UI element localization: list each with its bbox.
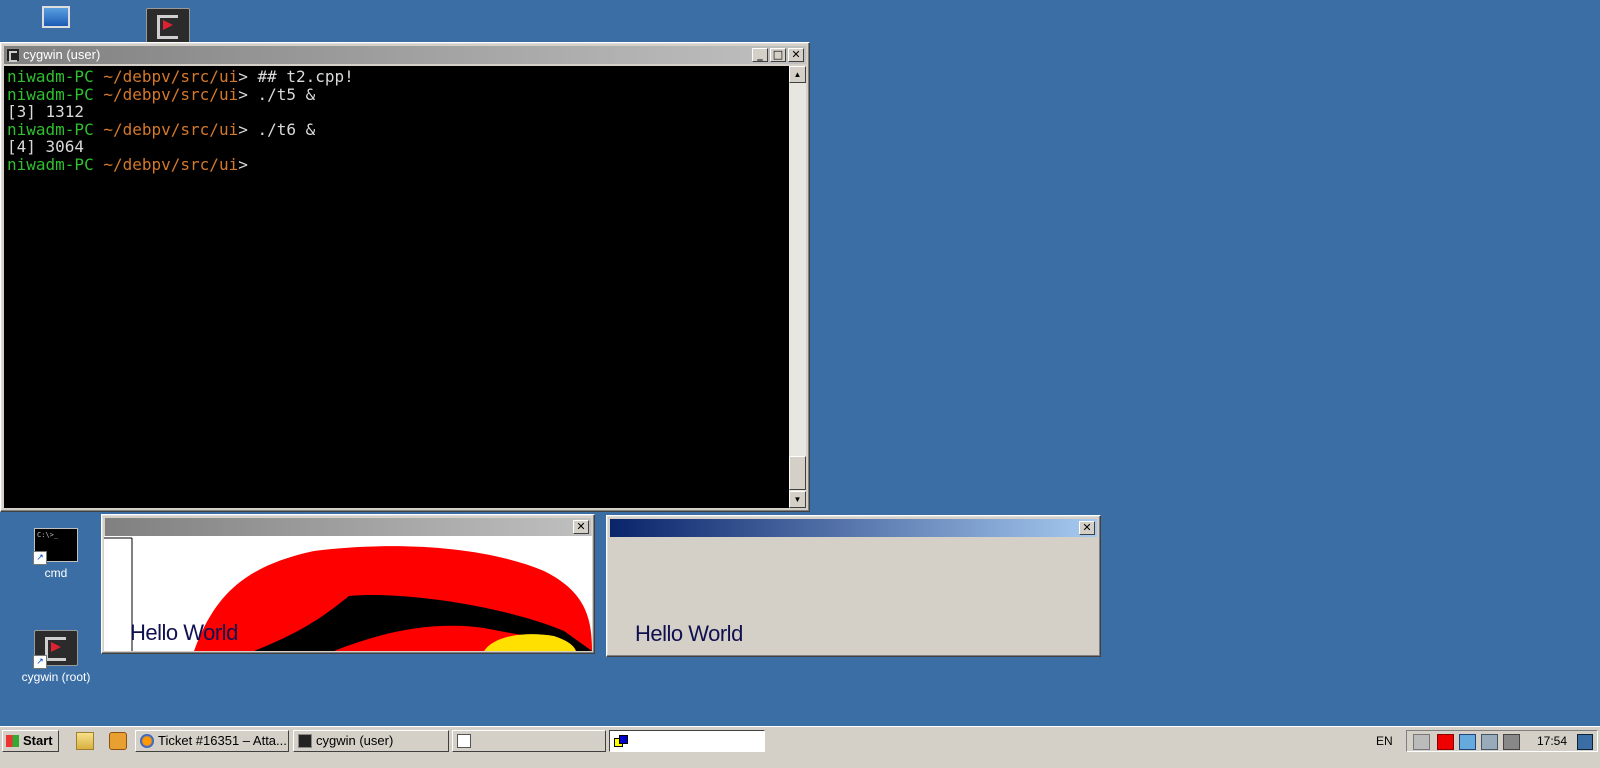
show-desktop-icon[interactable]: [1577, 734, 1593, 750]
volume-icon[interactable]: [1503, 734, 1520, 750]
shortcut-arrow-icon: ↗: [33, 655, 47, 669]
terminal-line: niwadm-PC ~/debpv/src/ui> ./t6 &: [7, 119, 316, 139]
t6-titlebar[interactable]: ✕: [610, 519, 1097, 537]
window-icon: [457, 734, 471, 748]
hello-world-text: Hello World: [635, 621, 743, 646]
terminal-line: niwadm-PC ~/debpv/src/ui> ./t5 &: [7, 84, 316, 104]
desktop-icon-cygwin[interactable]: [126, 8, 210, 44]
system-tray: 17:54: [1406, 730, 1598, 752]
cygwin-icon: [146, 8, 190, 44]
clock[interactable]: 17:54: [1537, 734, 1567, 748]
close-button[interactable]: ✕: [788, 48, 804, 62]
terminal-line: [3] 1312: [7, 102, 85, 122]
action-center-icon[interactable]: [1437, 734, 1454, 750]
taskbar-button-active-window[interactable]: [609, 730, 765, 752]
folder-icon[interactable]: [76, 732, 94, 750]
terminal-output[interactable]: niwadm-PC ~/debpv/src/ui> ## t2.cpp! niwa…: [4, 66, 789, 508]
maximize-button[interactable]: □: [770, 48, 786, 62]
close-button[interactable]: ✕: [573, 520, 589, 534]
t6-window: ✕ Hello World: [606, 515, 1101, 657]
computer-icon: [38, 6, 74, 36]
t5-window: ✕ Hello World: [101, 514, 595, 654]
terminal-line: niwadm-PC ~/debpv/src/ui> ## t2.cpp!: [7, 67, 354, 86]
keyboard-icon[interactable]: [1413, 734, 1430, 750]
minimize-button[interactable]: _: [752, 48, 768, 62]
terminal-window: cygwin (user) _ □ ✕ niwadm-PC ~/debpv/sr…: [0, 42, 810, 512]
scroll-down-button[interactable]: ▼: [789, 491, 806, 508]
t5-titlebar[interactable]: ✕: [105, 518, 591, 536]
drawing-canvas: Hello World: [104, 536, 592, 651]
app-icon: [614, 734, 628, 748]
desktop-icon-cmd[interactable]: C:\>_ ↗ cmd: [14, 528, 98, 580]
terminal-app-icon: [6, 48, 20, 62]
desktop-icon-computer[interactable]: [14, 6, 98, 40]
vertical-scrollbar[interactable]: ▲ ▼: [789, 66, 806, 508]
firefox-icon: [140, 734, 154, 748]
close-button[interactable]: ✕: [1079, 521, 1095, 535]
desktop-icon-cygwin-root[interactable]: ↗ cygwin (root): [14, 630, 98, 684]
network-icon[interactable]: [1481, 734, 1498, 750]
media-player-icon[interactable]: [109, 732, 127, 750]
hello-world-text: Hello World: [130, 620, 238, 645]
shortcut-arrow-icon: ↗: [33, 551, 47, 565]
desktop-icon-label: cmd: [44, 566, 68, 580]
start-button[interactable]: Start: [2, 730, 59, 752]
window-title: cygwin (user): [23, 47, 101, 62]
taskbar-button-cygwin[interactable]: cygwin (user): [293, 730, 449, 752]
taskbar-button-label: Ticket #16351 – Atta...: [158, 733, 287, 748]
windows-flag-icon: [6, 735, 19, 747]
cmd-icon: C:\>_ ↗: [33, 528, 78, 565]
terminal-titlebar[interactable]: cygwin (user) _ □ ✕: [4, 46, 806, 64]
terminal-line: [4] 3064: [7, 137, 85, 157]
desktop-icon-label: cygwin (root): [21, 670, 91, 684]
terminal-line: niwadm-PC ~/debpv/src/ui>: [7, 154, 248, 174]
taskbar-button-label: cygwin (user): [316, 733, 394, 748]
shield-icon[interactable]: [1459, 734, 1476, 750]
start-label: Start: [23, 733, 53, 748]
taskbar: Start Ticket #16351 – Atta... cygwin (us…: [0, 726, 1600, 768]
cygwin-icon: [298, 734, 312, 748]
taskbar-button-window[interactable]: [452, 730, 606, 752]
scroll-up-button[interactable]: ▲: [789, 66, 806, 83]
cygwin-icon: ↗: [33, 630, 78, 669]
scroll-thumb[interactable]: [789, 456, 806, 490]
language-indicator[interactable]: EN: [1376, 734, 1393, 748]
taskbar-button-browser[interactable]: Ticket #16351 – Atta...: [135, 730, 289, 752]
